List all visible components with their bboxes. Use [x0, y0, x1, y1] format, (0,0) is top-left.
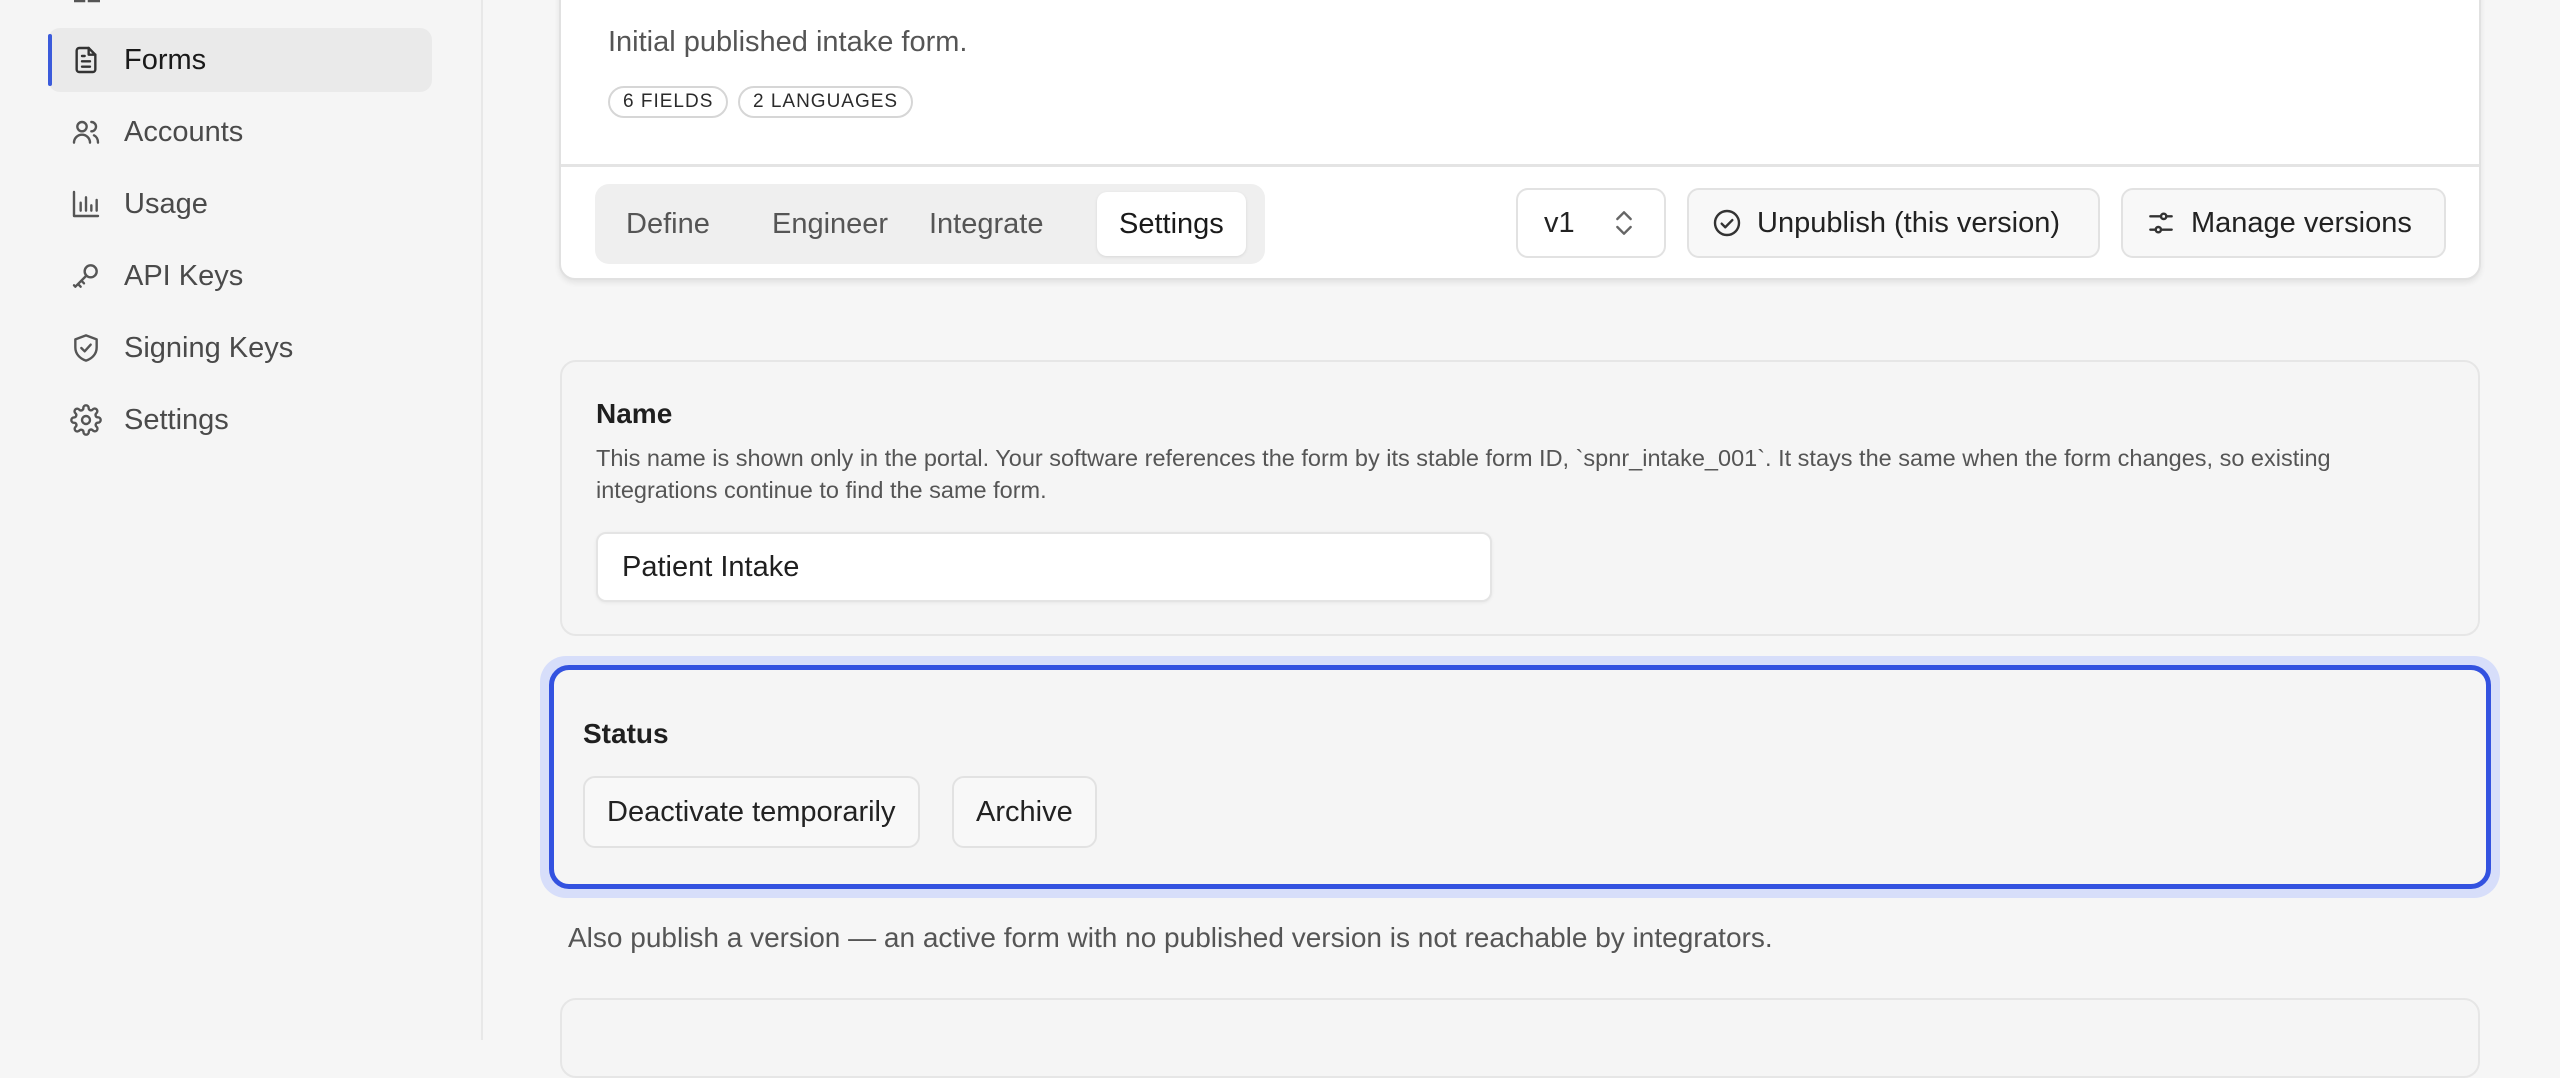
grid-icon [74, 0, 100, 3]
gear-icon [70, 404, 102, 436]
sidebar-item-forms[interactable]: Forms [48, 28, 432, 92]
status-settings-card: Status Deactivate temporarily Archive [549, 665, 2491, 889]
users-icon [70, 116, 102, 148]
sidebar-item-accounts[interactable]: Accounts [48, 100, 432, 164]
next-settings-card [560, 998, 2480, 1078]
chevron-up-down-icon [1616, 211, 1632, 235]
sidebar-item-label: Settings [124, 403, 229, 436]
sidebar-item-label: Signing Keys [124, 331, 294, 364]
header-divider [561, 164, 2479, 167]
name-section-title: Name [596, 398, 673, 429]
sliders-icon [2149, 212, 2173, 234]
fields-count-badge: 6 FIELDS [608, 86, 729, 118]
tab-engineer[interactable]: Engineer [750, 192, 910, 256]
sidebar-item-label: Usage [124, 187, 208, 220]
name-help-text: This name is shown only in the portal. Y… [596, 445, 2331, 503]
sidebar-item-label: Forms [124, 43, 207, 76]
version-select[interactable]: v1 [1516, 188, 1666, 258]
form-name-input[interactable] [596, 532, 1492, 602]
manage-versions-label: Manage versions [2191, 206, 2412, 239]
sidebar-item-usage[interactable]: Usage [48, 172, 432, 236]
manage-versions-button[interactable]: Manage versions [2121, 188, 2446, 258]
document-icon [70, 44, 102, 76]
archive-button[interactable]: Archive [952, 776, 1097, 848]
deactivate-temporarily-button[interactable]: Deactivate temporarily [583, 776, 920, 848]
sidebar-item-api-keys[interactable]: API Keys [48, 244, 432, 308]
tab-integrate[interactable]: Integrate [907, 192, 1065, 256]
check-circle-icon [1713, 209, 1741, 237]
form-tabs: Define Engineer Integrate Settings [595, 184, 1265, 264]
form-description: Initial published intake form. [608, 26, 968, 58]
name-settings-card: Name This name is shown only in the port… [560, 360, 2480, 636]
status-section-title: Status [583, 718, 669, 749]
form-header-card: Initial published intake form. 6 FIELDS … [559, 0, 2481, 280]
version-select-value: v1 [1544, 206, 1575, 239]
sidebar: Forms Accounts Usage API Keys Signing Ke… [0, 0, 483, 1040]
tab-settings[interactable]: Settings [1097, 192, 1246, 256]
unpublish-version-label: Unpublish (this version) [1757, 206, 2061, 239]
bar-chart-icon [70, 188, 102, 220]
shield-check-icon [70, 332, 102, 364]
status-note: Also publish a version — an active form … [568, 922, 1773, 953]
languages-count-badge: 2 LANGUAGES [738, 86, 914, 118]
sidebar-item-settings[interactable]: Settings [48, 388, 432, 452]
tab-define[interactable]: Define [604, 192, 732, 256]
key-icon [70, 260, 102, 292]
sidebar-item-signing-keys[interactable]: Signing Keys [48, 316, 432, 380]
sidebar-item-label: API Keys [124, 259, 244, 292]
unpublish-version-button[interactable]: Unpublish (this version) [1687, 188, 2100, 258]
sidebar-item-label: Accounts [124, 115, 244, 148]
